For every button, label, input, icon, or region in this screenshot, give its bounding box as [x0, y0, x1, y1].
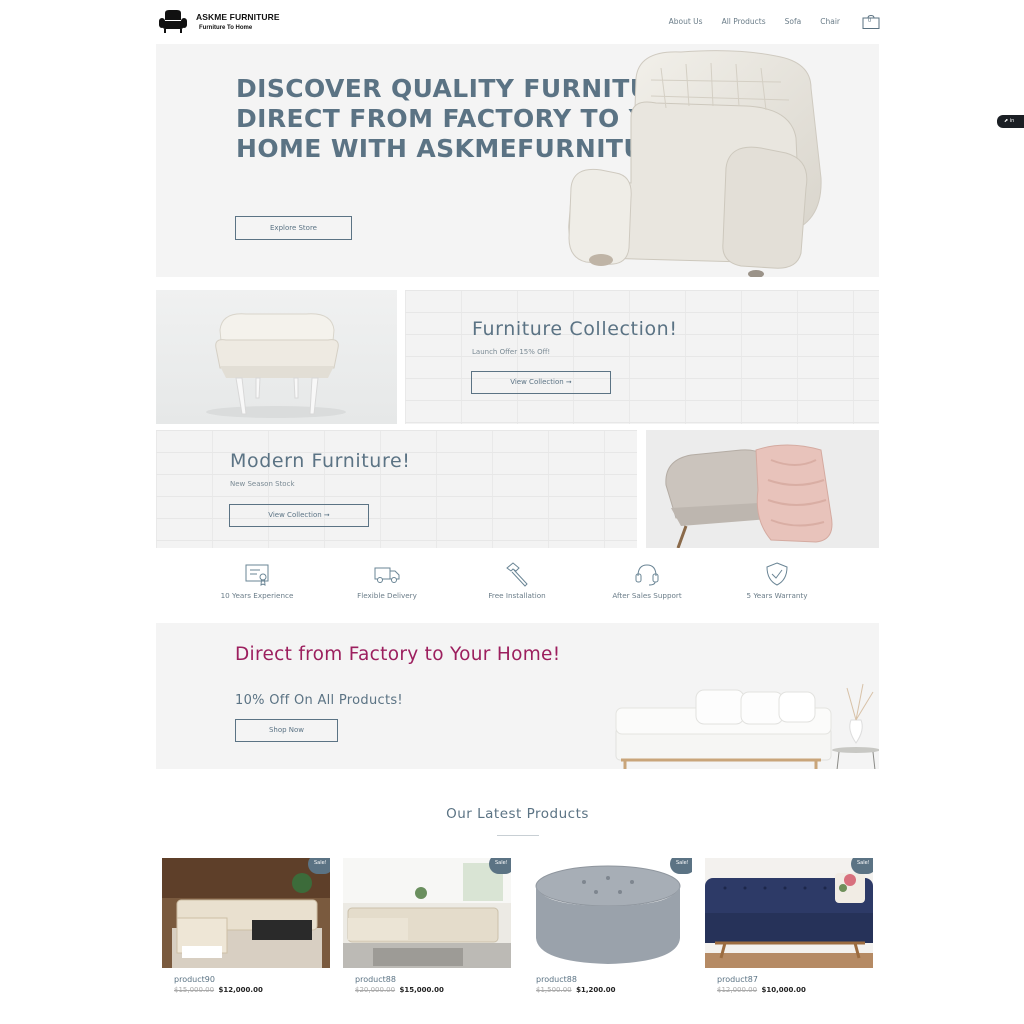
- product-price: $15,000.00 $12,000.00: [174, 986, 330, 994]
- feature-warranty: 5 Years Warranty: [717, 560, 837, 604]
- sofa-image: [615, 683, 879, 769]
- product-card[interactable]: Sale! product88 $20,000.00 $15,000.00: [343, 858, 511, 994]
- sale-price: $12,000.00: [218, 986, 263, 994]
- widget-label: in: [1009, 118, 1015, 124]
- view-collection-button-1[interactable]: View Collection ➞: [471, 371, 611, 394]
- feature-support: After Sales Support: [587, 560, 707, 604]
- product-name[interactable]: product88: [355, 975, 511, 984]
- feature-label-delivery: Flexible Delivery: [357, 591, 417, 600]
- lounge-chair-photo-tile: [646, 430, 879, 548]
- old-price: $12,000.00: [717, 986, 758, 994]
- collection-subtitle-furniture: Launch Offer 15% Off!: [472, 348, 551, 356]
- hero-banner: DISCOVER QUALITY FURNITURE DIRECT FROM F…: [156, 44, 879, 277]
- product-price: $12,000.00 $10,000.00: [717, 986, 873, 994]
- cart-count: 0: [868, 18, 872, 24]
- brand-tagline: Furniture To Home: [199, 24, 253, 31]
- nav-chair[interactable]: Chair: [820, 17, 840, 26]
- main-nav: About Us All Products Sofa Chair 0: [650, 14, 880, 29]
- title-divider: [497, 835, 539, 836]
- nav-all-products[interactable]: All Products: [722, 17, 766, 26]
- brand-logo[interactable]: ASKME FURNITURE Furniture To Home: [156, 10, 280, 34]
- corner-sofa-photo: [343, 858, 511, 968]
- old-price: $15,000.00: [174, 986, 215, 994]
- old-price: $1,500.00: [536, 986, 572, 994]
- product-name[interactable]: product90: [174, 975, 330, 984]
- collection-title-furniture: Furniture Collection!: [472, 318, 678, 340]
- feature-experience: 10 Years Experience: [197, 560, 317, 604]
- product-card[interactable]: Sale! product90 $15,000.00 $12,000.00: [162, 858, 330, 994]
- floating-widget-button[interactable]: ⬈ in: [997, 115, 1024, 128]
- sale-badge: Sale!: [308, 858, 330, 874]
- promo-banner: Direct from Factory to Your Home! 10% Of…: [156, 623, 879, 769]
- product-image[interactable]: Sale!: [162, 858, 330, 968]
- product-image[interactable]: Sale!: [524, 858, 692, 968]
- chair-photo-tile: [156, 290, 397, 424]
- sale-price: $1,200.00: [576, 986, 616, 994]
- cart-button[interactable]: 0: [862, 14, 880, 29]
- sectional-sofa-photo: [162, 858, 330, 968]
- sale-price: $10,000.00: [761, 986, 806, 994]
- headset-icon: [635, 564, 659, 586]
- nav-about-us[interactable]: About Us: [669, 17, 703, 26]
- latest-products-title: Our Latest Products: [446, 806, 589, 822]
- product-name[interactable]: product87: [717, 975, 873, 984]
- certificate-icon: [245, 564, 269, 586]
- product-image[interactable]: Sale!: [705, 858, 873, 968]
- collection-title-modern: Modern Furniture!: [230, 450, 411, 472]
- furniture-collection-tile: Furniture Collection! Launch Offer 15% O…: [405, 290, 879, 424]
- nav-sofa[interactable]: Sofa: [785, 17, 802, 26]
- features-row: 10 Years Experience Flexible Delivery Fr…: [197, 560, 837, 604]
- feature-delivery: Flexible Delivery: [327, 560, 447, 604]
- feature-label-warranty: 5 Years Warranty: [746, 591, 808, 600]
- sale-price: $15,000.00: [399, 986, 444, 994]
- feature-installation: Free Installation: [457, 560, 577, 604]
- hammer-icon: [506, 562, 528, 587]
- tufted-chair-image: [206, 313, 346, 418]
- sale-badge: Sale!: [851, 858, 873, 874]
- view-collection-button-2[interactable]: View Collection ➞: [229, 504, 369, 527]
- product-card[interactable]: Sale! product87 $12,000.00 $10,000.00: [705, 858, 873, 994]
- explore-store-button[interactable]: Explore Store: [235, 216, 352, 240]
- brand-name: ASKME FURNITURE: [196, 12, 280, 23]
- sale-badge: Sale!: [489, 858, 511, 874]
- armchair-logo-icon: [159, 10, 187, 33]
- modern-furniture-tile: Modern Furniture! New Season Stock View …: [156, 430, 637, 548]
- feature-label-installation: Free Installation: [488, 591, 546, 600]
- pouf-ottoman-photo: [524, 858, 692, 968]
- product-price: $20,000.00 $15,000.00: [355, 986, 511, 994]
- product-image[interactable]: Sale!: [343, 858, 511, 968]
- product-card[interactable]: Sale! product88 $1,500.00 $1,200.00: [524, 858, 692, 994]
- sale-badge: Sale!: [670, 858, 692, 874]
- shield-check-icon: [766, 562, 788, 586]
- shop-now-button[interactable]: Shop Now: [235, 719, 338, 742]
- product-price: $1,500.00 $1,200.00: [536, 986, 692, 994]
- lounge-chair-with-throw-image: [665, 444, 833, 548]
- collection-subtitle-modern: New Season Stock: [230, 480, 295, 488]
- product-name[interactable]: product88: [536, 975, 692, 984]
- site-header: ASKME FURNITURE Furniture To Home About …: [156, 8, 880, 36]
- chesterfield-sofa-photo: [705, 858, 873, 968]
- feature-label-support: After Sales Support: [612, 591, 682, 600]
- wingback-armchair-image: [568, 50, 822, 277]
- promo-title: Direct from Factory to Your Home!: [235, 644, 561, 665]
- truck-icon: [374, 567, 400, 583]
- feature-label-experience: 10 Years Experience: [220, 591, 294, 600]
- old-price: $20,000.00: [355, 986, 396, 994]
- promo-subtitle: 10% Off On All Products!: [235, 693, 403, 708]
